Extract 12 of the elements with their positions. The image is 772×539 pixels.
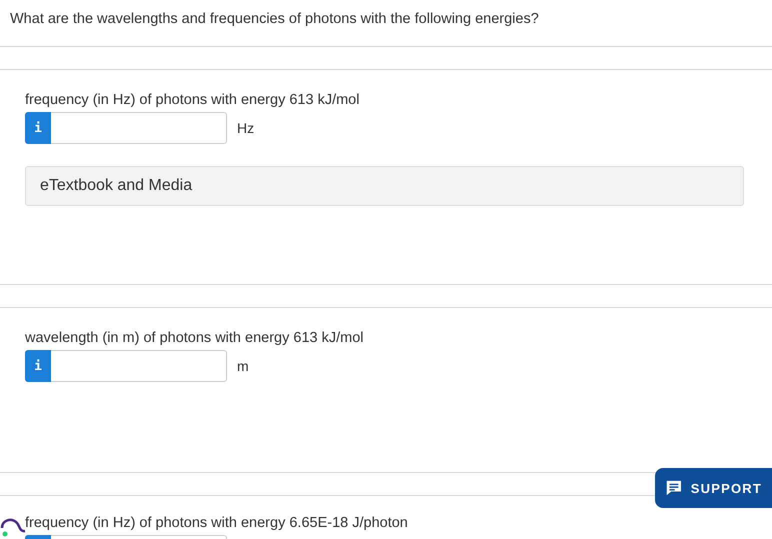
question-label: wavelength (in m) of photons with energy 613 kJ/mol <box>25 330 364 346</box>
question-label: frequency (in Hz) of photons with energy 613 kJ/mol <box>25 92 360 108</box>
answer-field[interactable] <box>51 112 227 144</box>
info-button[interactable]: i <box>25 112 51 144</box>
info-button[interactable]: i <box>25 350 51 382</box>
unit-label: Hz <box>237 120 254 136</box>
unit-label: m <box>237 358 249 374</box>
answer-field[interactable] <box>51 350 227 382</box>
question-label: frequency (in Hz) of photons with energy 6.65E-18 J/photon <box>25 515 408 531</box>
etextbook-panel[interactable]: eTextbook and Media <box>25 166 744 206</box>
support-button[interactable]: SUPPORT <box>655 468 772 508</box>
question-text: What are the wavelengths and frequencies of photons with the following energies? <box>9 10 540 29</box>
